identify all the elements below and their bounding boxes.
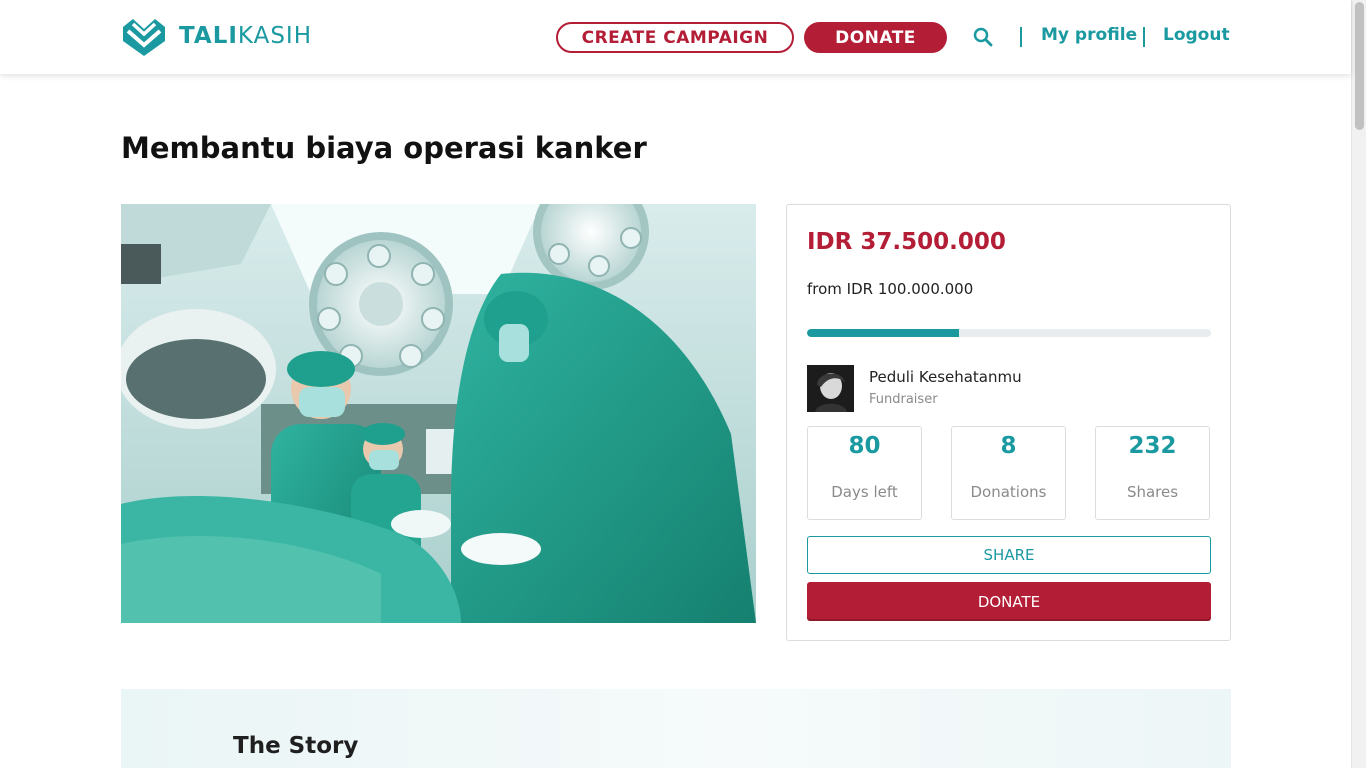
page-scrollbar[interactable] bbox=[1351, 0, 1366, 768]
donate-button[interactable]: DONATE bbox=[807, 582, 1211, 621]
stat-value: 232 bbox=[1128, 433, 1177, 459]
fundraiser-name: Peduli Kesehatanmu bbox=[869, 368, 1022, 386]
talikasih-logo-icon bbox=[123, 19, 165, 56]
funding-progress-fill bbox=[807, 329, 959, 337]
goal-amount: from IDR 100.000.000 bbox=[807, 280, 974, 298]
fundraiser-role: Fundraiser bbox=[869, 392, 938, 407]
search-icon[interactable] bbox=[972, 26, 994, 48]
stat-value: 8 bbox=[1000, 433, 1017, 459]
story-heading: The Story bbox=[233, 733, 359, 759]
site-header: TALIKASIH CREATE CAMPAIGN DONATE My prof… bbox=[0, 0, 1351, 74]
campaign-title: Membantu biaya operasi kanker bbox=[121, 131, 647, 165]
stat-days-left: 80 Days left bbox=[807, 426, 922, 520]
story-section: The Story bbox=[121, 689, 1231, 768]
stat-label: Shares bbox=[1126, 483, 1179, 501]
funding-progress-bar bbox=[807, 329, 1211, 337]
logout-link[interactable]: Logout bbox=[1163, 25, 1230, 45]
header-donate-button[interactable]: DONATE bbox=[804, 22, 947, 53]
my-profile-link[interactable]: My profile bbox=[1041, 25, 1137, 45]
fundraiser-avatar bbox=[807, 365, 854, 412]
stat-donations: 8 Donations bbox=[951, 426, 1066, 520]
stat-label: Days left bbox=[831, 483, 898, 501]
create-campaign-button[interactable]: CREATE CAMPAIGN bbox=[556, 22, 794, 53]
campaign-image bbox=[121, 204, 756, 623]
brand-logo[interactable]: TALIKASIH bbox=[121, 15, 312, 57]
nav-divider bbox=[1020, 27, 1022, 47]
brand-name: TALIKASIH bbox=[179, 23, 313, 49]
stat-shares: 232 Shares bbox=[1095, 426, 1210, 520]
raised-amount: IDR 37.500.000 bbox=[807, 229, 1006, 255]
donation-summary-card: IDR 37.500.000 from IDR 100.000.000 Pedu… bbox=[786, 204, 1231, 641]
stat-label: Donations bbox=[970, 483, 1047, 501]
nav-divider bbox=[1143, 27, 1145, 47]
scrollbar-thumb[interactable] bbox=[1355, 2, 1364, 130]
stat-value: 80 bbox=[848, 433, 881, 459]
share-button[interactable]: SHARE bbox=[807, 536, 1211, 574]
